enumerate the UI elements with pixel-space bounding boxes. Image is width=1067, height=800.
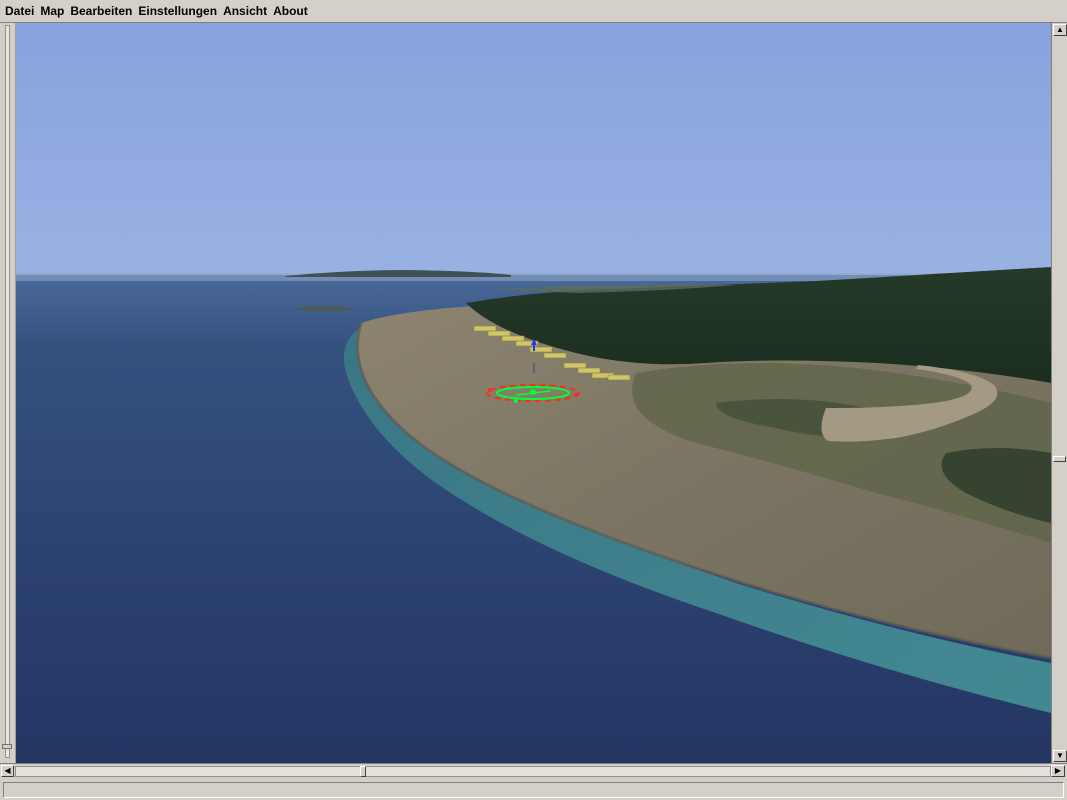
status-bar bbox=[0, 779, 1067, 800]
horizontal-scrollbar[interactable]: ◀ ▶ bbox=[0, 763, 1067, 779]
left-panel-splitter[interactable] bbox=[0, 23, 16, 763]
terrain-render bbox=[16, 23, 1051, 763]
horizontal-scroll-track[interactable] bbox=[15, 766, 1051, 777]
scroll-right-button[interactable]: ▶ bbox=[1051, 765, 1065, 777]
scroll-down-button[interactable]: ▼ bbox=[1053, 750, 1067, 762]
menu-einstellungen[interactable]: Einstellungen bbox=[135, 0, 220, 22]
vertical-scrollbar[interactable]: ▲ ▼ bbox=[1051, 23, 1067, 763]
status-text bbox=[3, 782, 1064, 798]
left-splitter-handle[interactable] bbox=[2, 744, 12, 749]
horizontal-scroll-thumb[interactable] bbox=[360, 766, 366, 777]
menu-ansicht[interactable]: Ansicht bbox=[220, 0, 270, 22]
left-splitter-track bbox=[5, 25, 10, 758]
menu-bar: Datei Map Bearbeiten Einstellungen Ansic… bbox=[0, 0, 1067, 23]
menu-bearbeiten[interactable]: Bearbeiten bbox=[67, 0, 135, 22]
scroll-left-button[interactable]: ◀ bbox=[1, 765, 14, 777]
3d-map-viewport[interactable] bbox=[16, 23, 1051, 763]
menu-map[interactable]: Map bbox=[37, 0, 67, 22]
small-islet bbox=[296, 306, 352, 312]
scroll-up-button[interactable]: ▲ bbox=[1053, 24, 1067, 36]
vertical-scroll-thumb[interactable] bbox=[1053, 456, 1066, 462]
sky bbox=[16, 23, 1051, 278]
menu-datei[interactable]: Datei bbox=[0, 0, 37, 22]
menu-about[interactable]: About bbox=[270, 0, 311, 22]
